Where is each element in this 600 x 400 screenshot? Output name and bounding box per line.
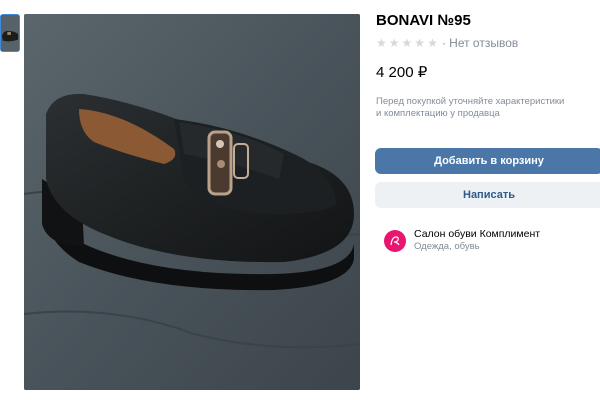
- seller-hint-line: Перед покупкой уточняйте характеристики: [376, 96, 565, 107]
- seller-logo-icon: [390, 235, 400, 245]
- thumbnail-strip: [0, 14, 22, 52]
- star-icon: ★: [427, 36, 438, 50]
- star-icon: ★: [376, 36, 387, 50]
- seller-hint: Перед покупкой уточняйте характеристики …: [376, 96, 586, 120]
- add-to-cart-button[interactable]: Добавить в корзину: [375, 148, 600, 174]
- seller-category: Одежда, обувь: [414, 241, 480, 252]
- product-info: BONAVI №95 ★ ★ ★ ★ ★ · Нет отзывов 4 200…: [375, 12, 600, 253]
- message-seller-button[interactable]: Написать: [375, 182, 600, 208]
- thumbnail-image[interactable]: [0, 14, 20, 52]
- seller-hint-line: и комплектацию у продавца: [376, 108, 500, 119]
- seller-name[interactable]: Салон обуви Комплимент: [414, 228, 540, 241]
- product-title: BONAVI №95: [376, 12, 471, 29]
- seller-avatar[interactable]: [384, 229, 406, 252]
- star-icon: ★: [388, 36, 400, 50]
- reviews-link[interactable]: · Нет отзывов: [442, 36, 518, 50]
- rating-stars: ★ ★ ★ ★ ★: [376, 37, 438, 49]
- product-price: 4 200 ₽: [376, 64, 428, 81]
- seller-text: Салон обуви Комплимент Одежда, обувь: [414, 228, 540, 253]
- seller-card[interactable]: Салон обуви Комплимент Одежда, обувь: [384, 228, 600, 253]
- star-icon: ★: [401, 36, 413, 50]
- rating-row: ★ ★ ★ ★ ★ · Нет отзывов: [376, 36, 600, 50]
- star-icon: ★: [414, 36, 426, 50]
- product-photo[interactable]: [24, 14, 360, 390]
